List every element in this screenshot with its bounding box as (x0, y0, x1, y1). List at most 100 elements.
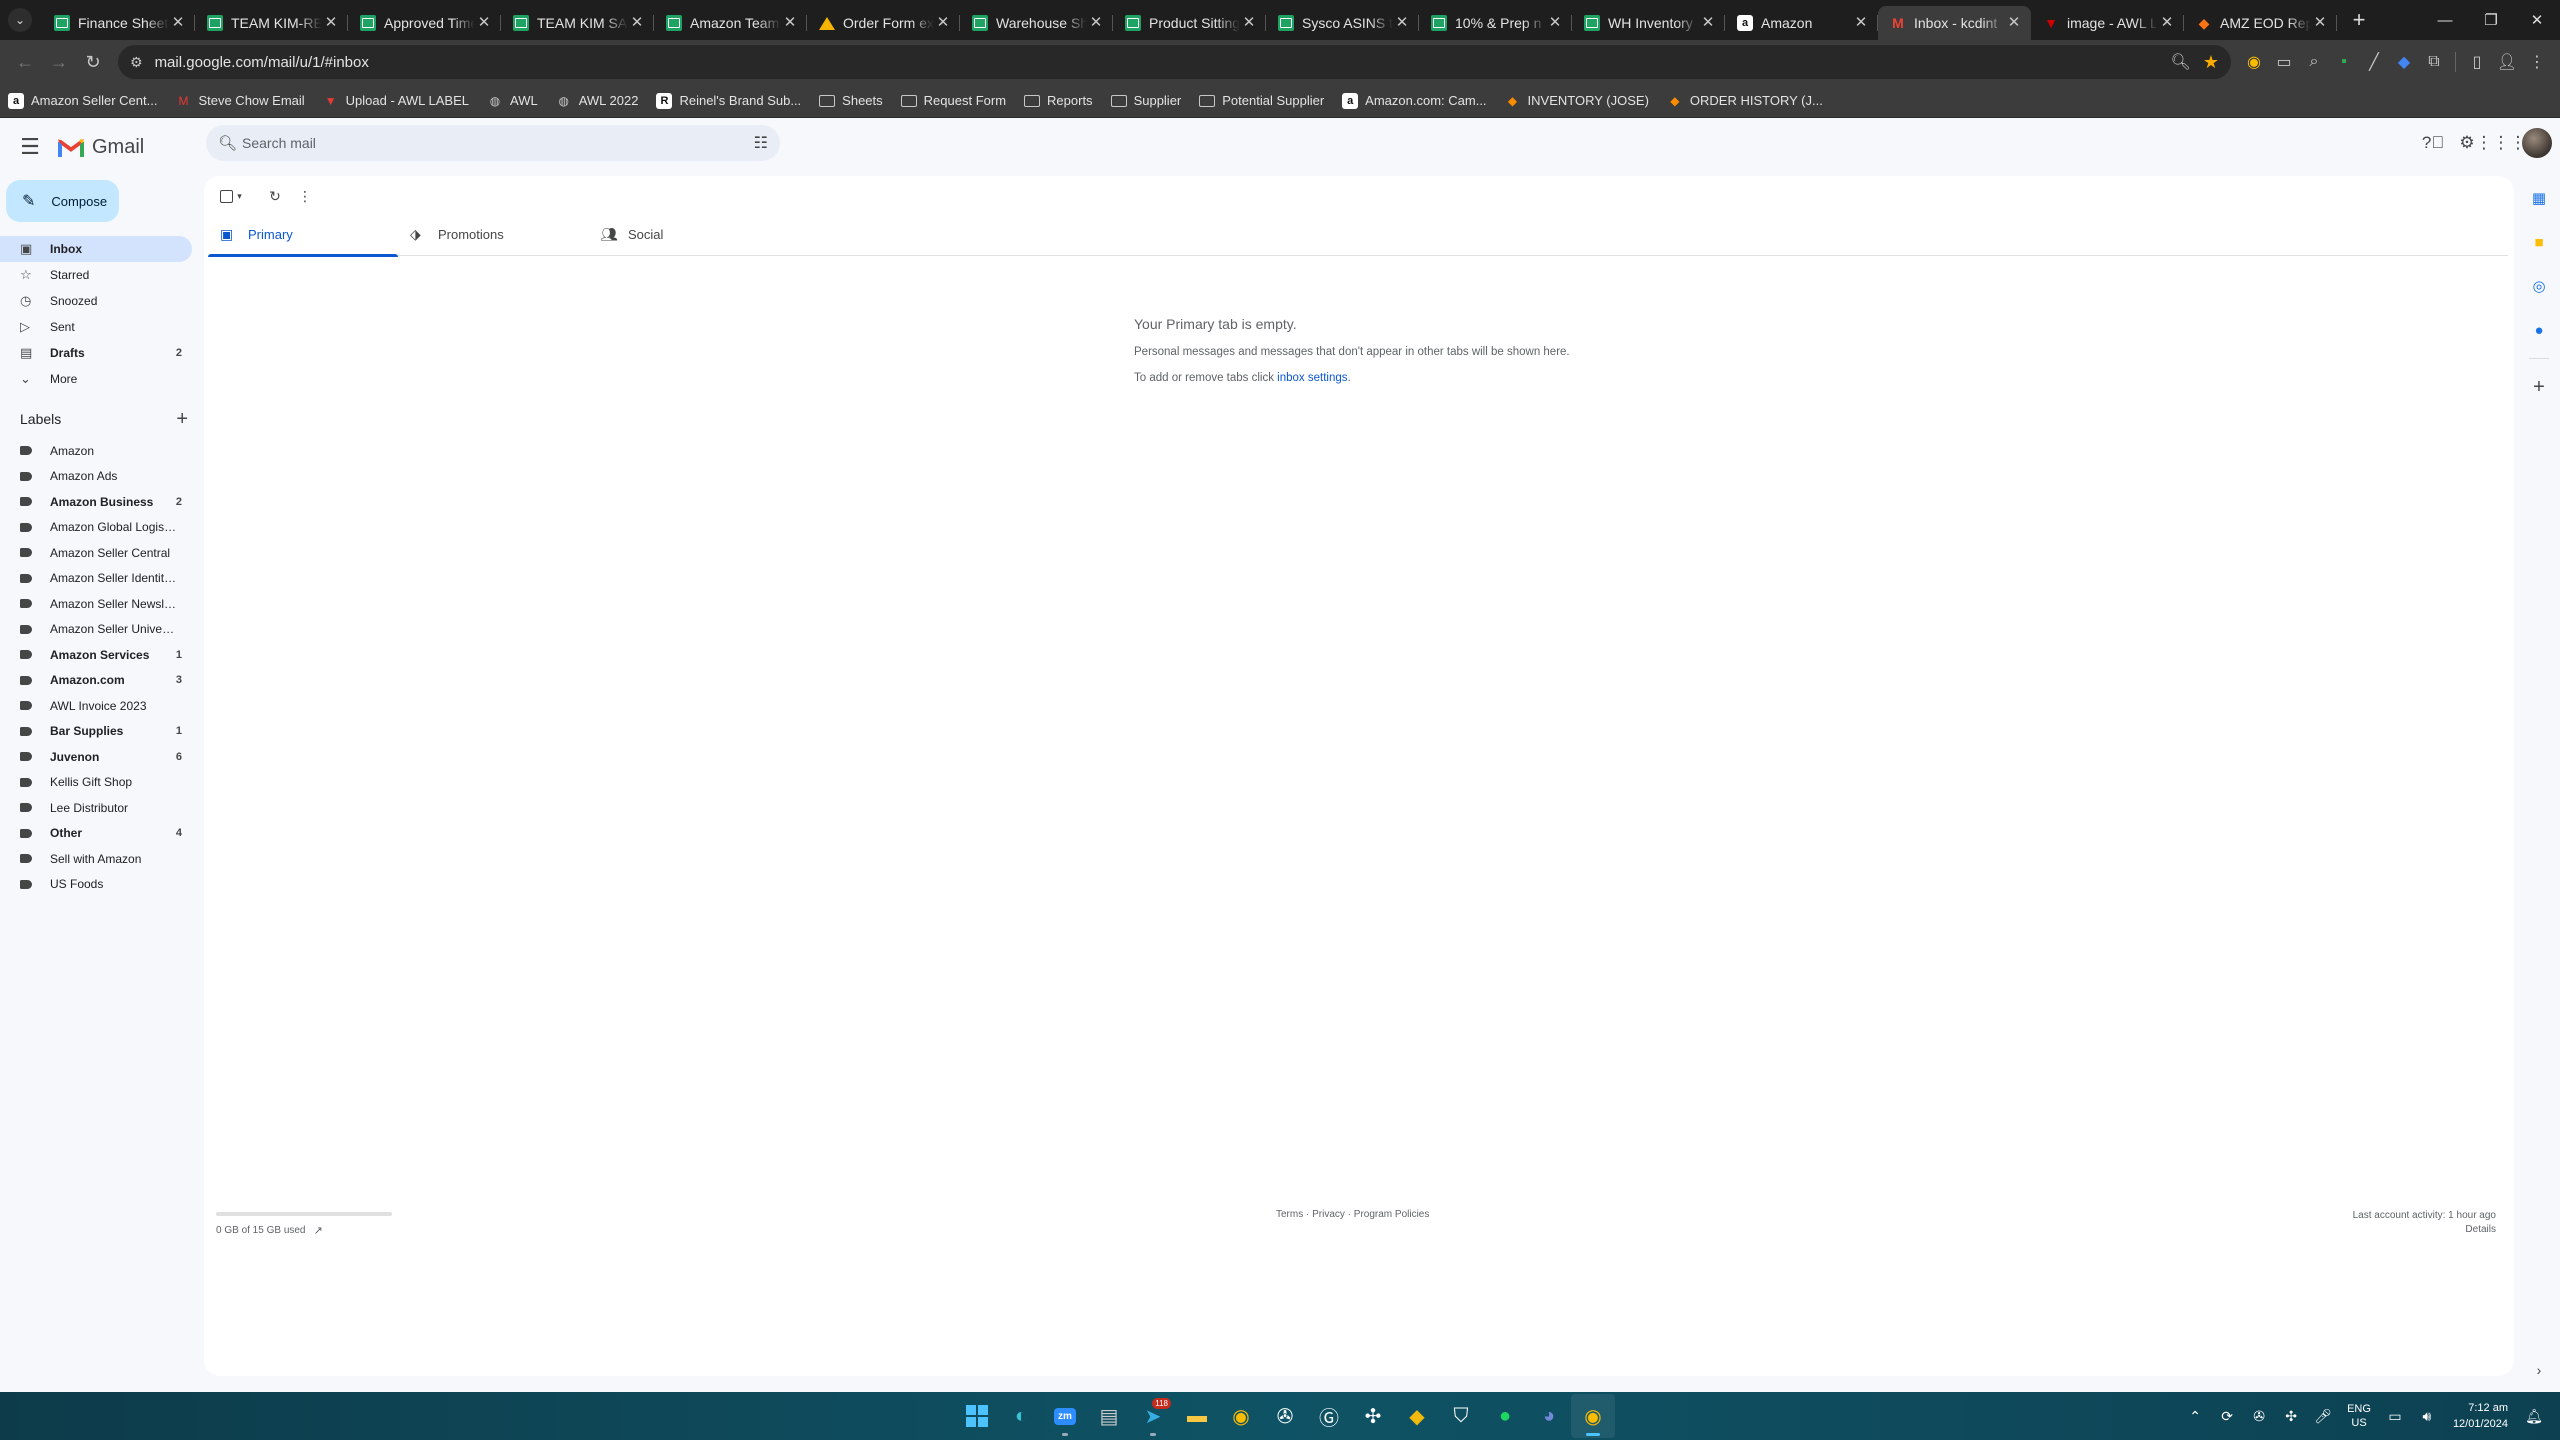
bookmark-folder[interactable]: Sheets (819, 93, 882, 109)
label-item[interactable]: Amazon (0, 438, 192, 464)
chrome-menu-icon[interactable]: ⋮ (2522, 47, 2552, 77)
footer-links[interactable]: Terms · Privacy · Program Policies (1276, 1209, 1429, 1220)
more-options-icon[interactable]: ⋮ (290, 181, 320, 211)
inbox-settings-link[interactable]: inbox settings (1277, 372, 1347, 384)
label-item[interactable]: Amazon Seller Identity V... (0, 566, 192, 592)
close-icon[interactable]: ✕ (322, 14, 340, 32)
extension-pen-icon[interactable]: ╱ (2359, 47, 2389, 77)
close-icon[interactable]: ✕ (781, 14, 799, 32)
reload-icon[interactable]: ↻ (76, 45, 110, 79)
tasks-icon[interactable]: ◎ (2518, 264, 2560, 308)
close-icon[interactable]: ✕ (1240, 14, 1258, 32)
close-icon[interactable]: ✕ (475, 14, 493, 32)
extension-green-icon[interactable]: ▪ (2329, 47, 2359, 77)
label-item[interactable]: Sell with Amazon (0, 846, 192, 872)
browser-tab[interactable]: Amazon Team ✕ (654, 6, 807, 40)
browser-tab[interactable]: ▼ image - AWL L ✕ (2031, 6, 2184, 40)
label-item[interactable]: Amazon Seller University (0, 617, 192, 643)
help-icon[interactable]: ?⃝ (2416, 126, 2450, 160)
start-windows-icon[interactable] (955, 1394, 999, 1438)
bookmark-folder[interactable]: Reports (1024, 93, 1093, 109)
discord-icon[interactable]: ◕ (1527, 1394, 1571, 1438)
extension-search-icon[interactable]: ⌕ (2299, 47, 2329, 77)
apps-grid-icon[interactable]: ⋮⋮⋮ (2476, 126, 2527, 160)
chevron-right-icon[interactable]: › (2518, 1362, 2560, 1378)
account-avatar[interactable] (2522, 128, 2552, 158)
close-window-icon[interactable]: ✕ (2514, 0, 2560, 40)
select-dropdown-caret-icon[interactable]: ▾ (237, 191, 242, 202)
nav-item-more[interactable]: ⌄ More (0, 366, 192, 392)
label-item[interactable]: Kellis Gift Shop (0, 770, 192, 796)
browser-tab[interactable]: WH Inventory ✕ (1572, 6, 1725, 40)
app-y-icon[interactable]: ⛉ (1439, 1394, 1483, 1438)
keep-icon[interactable]: ■ (2518, 220, 2560, 264)
restore-icon[interactable]: ❐ (2468, 0, 2514, 40)
telegram-icon[interactable]: ➤ 118 (1131, 1394, 1175, 1438)
browser-tab[interactable]: Warehouse Sh ✕ (960, 6, 1113, 40)
browser-tab[interactable]: Approved Time ✕ (348, 6, 501, 40)
search-input[interactable] (242, 135, 754, 151)
label-item[interactable]: Amazon Seller Central (0, 540, 192, 566)
tab-primary[interactable]: ▣ Primary (208, 212, 398, 257)
slack-icon[interactable]: ✣ (1351, 1394, 1395, 1438)
network-icon[interactable]: ▭ (2379, 1408, 2411, 1425)
label-item[interactable]: Lee Distributor (0, 795, 192, 821)
close-icon[interactable]: ✕ (2005, 14, 2023, 32)
close-icon[interactable]: ✕ (628, 14, 646, 32)
chrome-icon[interactable]: ◉ (1219, 1394, 1263, 1438)
binance-icon[interactable]: ◆ (1395, 1394, 1439, 1438)
calendar-icon[interactable]: ▦ (2518, 176, 2560, 220)
back-arrow-icon[interactable]: ← (8, 45, 42, 79)
minimize-icon[interactable]: ― (2422, 0, 2468, 40)
bookmark-item[interactable]: ▼ Upload - AWL LABEL (323, 93, 469, 109)
clock[interactable]: 7:12 am 12/01/2024 (2453, 1400, 2508, 1432)
bookmark-item[interactable]: a Amazon Seller Cent... (8, 92, 157, 109)
chevron-up-icon[interactable]: ⌃ (2179, 1408, 2211, 1425)
file-explorer-folder-icon[interactable]: ▬ (1175, 1394, 1219, 1438)
bookmark-star-icon[interactable]: ★ (2203, 52, 2219, 73)
browser-tab[interactable]: TEAM KIM SAL ✕ (501, 6, 654, 40)
zoom-app-icon[interactable]: zm (1043, 1394, 1087, 1438)
bookmark-folder[interactable]: Supplier (1111, 93, 1182, 109)
search-bar[interactable]: 🔍︎ ☷ (206, 125, 780, 161)
close-icon[interactable]: ✕ (1852, 14, 1870, 32)
extensions-puzzle-icon[interactable]: ⧉ (2419, 47, 2449, 77)
gmail-logo[interactable]: Gmail (58, 136, 144, 159)
notification-bell-icon[interactable]: 🔔︎ (2518, 1408, 2550, 1425)
open-in-new-icon[interactable]: ↗ (314, 1224, 323, 1237)
browser-tab[interactable]: Product Sitting ✕ (1113, 6, 1266, 40)
volume-icon[interactable]: 🔊︎ (2411, 1408, 2443, 1425)
profile-icon[interactable]: 👤︎ (2492, 47, 2522, 77)
bookmark-item[interactable]: R Reinel's Brand Sub... (656, 92, 801, 109)
edge-browser-icon[interactable]: ◐ (999, 1394, 1043, 1438)
mic-icon[interactable]: 🎤︎ (2307, 1408, 2339, 1425)
language-indicator[interactable]: ENG US (2347, 1402, 2371, 1430)
tab-promotions[interactable]: ⬗ Promotions (398, 212, 588, 256)
main-menu-icon[interactable]: ☰ (6, 123, 54, 171)
address-bar[interactable]: ⚙ mail.google.com/mail/u/1/#inbox 🔍︎ ★ (118, 45, 2231, 79)
label-item[interactable]: Amazon Services 1 (0, 642, 192, 668)
bookmark-folder[interactable]: Potential Supplier (1199, 93, 1324, 109)
bookmark-folder[interactable]: Request Form (901, 93, 1006, 109)
close-icon[interactable]: ✕ (2311, 14, 2329, 32)
extension-blue-icon[interactable]: ◆ (2389, 47, 2419, 77)
close-icon[interactable]: ✕ (1393, 14, 1411, 32)
extension-chrome-icon[interactable]: ◉ (2239, 47, 2269, 77)
chrome-profile-icon[interactable]: ◉ (1571, 1394, 1615, 1438)
close-icon[interactable]: ✕ (169, 14, 187, 32)
close-icon[interactable]: ✕ (934, 14, 952, 32)
browser-tab-active[interactable]: M Inbox - kcdint ✕ (1878, 6, 2031, 40)
browser-tab[interactable]: ◆ AMZ EOD Rep ✕ (2184, 6, 2337, 40)
nav-item-inbox[interactable]: ▣ Inbox (0, 236, 192, 262)
app-g-icon[interactable]: Ⓖ (1307, 1394, 1351, 1438)
bookmark-item[interactable]: ◆ ORDER HISTORY (J... (1667, 93, 1823, 109)
details-link[interactable]: Details (2353, 1223, 2496, 1237)
calculator-icon[interactable]: ▤ (1087, 1394, 1131, 1438)
label-item[interactable]: Juvenon 6 (0, 744, 192, 770)
new-tab-plus-icon[interactable]: + (2345, 6, 2373, 34)
browser-tab[interactable]: a Amazon ✕ (1725, 6, 1878, 40)
label-item[interactable]: US Foods (0, 872, 192, 898)
bookmark-item[interactable]: ◍ AWL 2022 (556, 93, 638, 109)
bookmark-item[interactable]: M Steve Chow Email (175, 93, 304, 109)
label-item[interactable]: Amazon Ads (0, 464, 192, 490)
